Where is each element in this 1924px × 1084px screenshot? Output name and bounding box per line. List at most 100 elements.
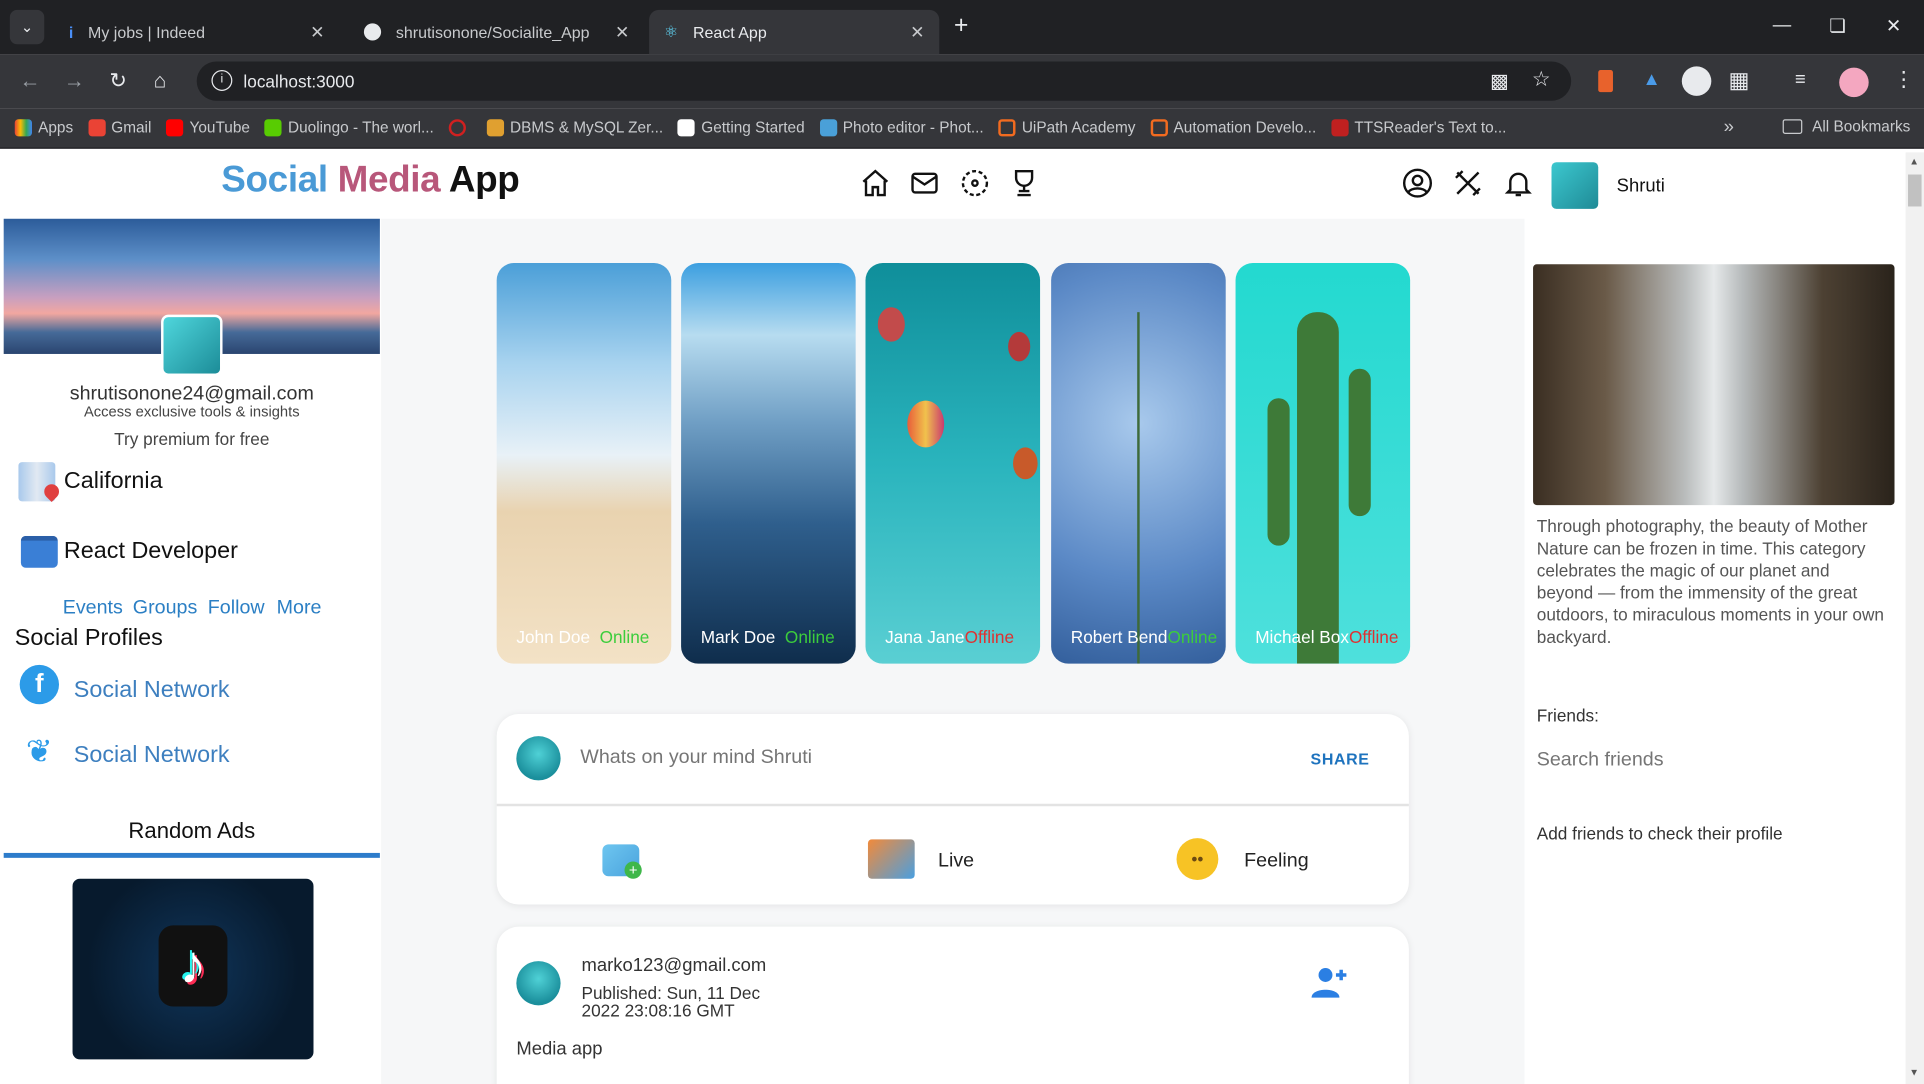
balloon — [1008, 331, 1031, 362]
puzzle-icon[interactable]: ▦ — [1729, 68, 1750, 94]
photo-upload-icon[interactable]: + — [602, 844, 642, 879]
composer-divider — [496, 803, 1409, 806]
feeling-icon[interactable]: •• — [1176, 838, 1219, 880]
close-icon[interactable]: ✕ — [910, 22, 924, 43]
story-card[interactable]: Jana JaneOffline — [865, 263, 1041, 664]
post-card: marko123@gmail.com Published: Sun, 11 De… — [496, 926, 1409, 1084]
close-window-button[interactable]: ✕ — [1886, 15, 1901, 37]
bookmark-all[interactable]: All Bookmarks — [1782, 118, 1910, 135]
search-friends-input[interactable] — [1536, 747, 1881, 775]
share-button[interactable]: SHARE — [1311, 750, 1370, 768]
post-avatar[interactable] — [516, 961, 561, 1006]
new-tab-button[interactable]: + — [954, 12, 968, 40]
follow-link[interactable]: Follow — [208, 597, 265, 619]
media-icon[interactable]: ≡ — [1795, 69, 1806, 90]
story-status: Online — [784, 626, 835, 647]
post-author[interactable]: marko123@gmail.com — [582, 955, 767, 976]
add-friend-icon[interactable] — [1308, 961, 1350, 1003]
balloon — [877, 307, 905, 342]
home-icon[interactable]: ⌂ — [154, 69, 167, 94]
bookmark-uipath[interactable]: UiPath Academy — [998, 119, 1135, 137]
story-card[interactable]: Robert BendOnline — [1051, 263, 1226, 664]
story-card[interactable]: Michael BoxOffline — [1235, 263, 1411, 664]
cactus — [1297, 312, 1339, 664]
scan-icon[interactable] — [959, 167, 991, 199]
home-icon[interactable] — [859, 167, 891, 199]
forward-icon[interactable]: → — [64, 69, 85, 94]
bookmark-gmail[interactable]: Gmail — [87, 119, 151, 137]
bookmark-dbms[interactable]: DBMS & MySQL Zer... — [486, 119, 663, 137]
bookmark-photopea[interactable]: Photo editor - Phot... — [819, 119, 984, 137]
reload-icon[interactable]: ↻ — [109, 69, 127, 94]
indeed-icon: i — [68, 22, 74, 42]
user-circle-icon[interactable] — [1402, 167, 1434, 199]
user-name[interactable]: Shruti — [1617, 176, 1665, 197]
scroll-down-icon[interactable]: ▼ — [1909, 1067, 1919, 1078]
groups-link[interactable]: Groups — [133, 597, 198, 619]
photo-description: Through photography, the beauty of Mothe… — [1536, 516, 1885, 647]
bookmark-duolingo[interactable]: Duolingo - The worl... — [264, 119, 434, 137]
more-link[interactable]: More — [277, 597, 322, 619]
scroll-thumb[interactable] — [1908, 174, 1922, 207]
bookmark-notion[interactable]: Getting Started — [677, 119, 805, 137]
twitter-link[interactable]: Social Network — [74, 742, 230, 769]
tiktok-ad[interactable]: ♪ — [72, 878, 314, 1060]
premium-link[interactable]: Try premium for free — [4, 429, 380, 449]
live-button[interactable]: Live — [938, 850, 974, 872]
scroll-up-icon[interactable]: ▲ — [1909, 156, 1919, 167]
address-bar[interactable]: i localhost:3000 ▩ ☆ — [196, 61, 1572, 101]
user-avatar[interactable] — [1551, 162, 1599, 209]
page-scrollbar[interactable]: ▲ ▼ — [1905, 152, 1924, 1084]
close-icon[interactable]: ✕ — [615, 22, 629, 43]
close-icon[interactable]: ✕ — [310, 22, 324, 43]
feeling-button[interactable]: Feeling — [1244, 850, 1309, 872]
events-link[interactable]: Events — [63, 597, 123, 619]
bookmark-youtube[interactable]: YouTube — [166, 119, 250, 137]
minimize-button[interactable]: — — [1773, 15, 1791, 36]
facebook-icon[interactable]: f — [19, 664, 60, 705]
install-app-icon[interactable]: ▩ — [1490, 69, 1509, 94]
composer-avatar — [516, 736, 561, 781]
story-card[interactable]: Mark Doe Online — [681, 263, 856, 664]
tab-indeed[interactable]: i My jobs | Indeed ✕ — [54, 10, 339, 54]
extension-icon[interactable] — [1598, 70, 1613, 93]
extension-icon[interactable] — [1681, 66, 1712, 96]
cactus-arm — [1348, 368, 1371, 517]
tab-search-button[interactable]: ⌄ — [9, 9, 45, 45]
bookmark-apps[interactable]: Apps — [14, 119, 73, 137]
bookmark-ttsreader[interactable]: TTSReader's Text to... — [1330, 119, 1506, 137]
tab-react-app[interactable]: ⚛ React App ✕ — [649, 9, 940, 55]
live-icon[interactable] — [867, 839, 915, 879]
mail-icon[interactable] — [909, 167, 941, 199]
star-icon[interactable]: ☆ — [1532, 68, 1551, 93]
twitter-icon[interactable]: ❦ — [20, 731, 59, 770]
tab-github[interactable]: shrutisonone/Socialite_App ✕ — [349, 10, 644, 54]
dbms-icon — [486, 119, 504, 137]
post-input[interactable] — [580, 743, 1269, 774]
balloon — [907, 400, 945, 448]
more-bookmarks-icon[interactable]: » — [1724, 117, 1734, 138]
menu-icon[interactable]: ⋮ — [1893, 68, 1914, 93]
story-card[interactable]: John Doe Online — [496, 263, 672, 664]
site-info-icon[interactable]: i — [211, 70, 233, 91]
trophy-icon[interactable] — [1008, 167, 1040, 199]
bookmark-quora[interactable] — [448, 119, 472, 137]
restore-button[interactable]: ❏ — [1829, 15, 1846, 37]
right-sidebar: Through photography, the beauty of Mothe… — [1524, 218, 1906, 1084]
story-status: Offline — [1348, 626, 1399, 647]
facebook-link[interactable]: Social Network — [74, 677, 230, 704]
url-text: localhost:3000 — [243, 71, 355, 91]
app-logo[interactable]: Social Media App — [221, 160, 520, 202]
add-friends-text: Add friends to check their profile — [1536, 823, 1783, 844]
extension-icon[interactable]: ▲ — [1642, 69, 1660, 90]
tab-title: React App — [692, 22, 767, 42]
bell-icon[interactable] — [1502, 167, 1534, 199]
tools-icon[interactable] — [1452, 167, 1484, 199]
access-text: Access exclusive tools & insights — [83, 403, 300, 421]
back-icon[interactable]: ← — [20, 69, 41, 94]
profile-picture[interactable] — [161, 314, 223, 377]
folder-icon — [1782, 119, 1803, 134]
profile-avatar[interactable] — [1839, 67, 1869, 98]
story-name: Michael Box — [1255, 626, 1349, 647]
bookmark-automation[interactable]: Automation Develo... — [1150, 119, 1316, 137]
